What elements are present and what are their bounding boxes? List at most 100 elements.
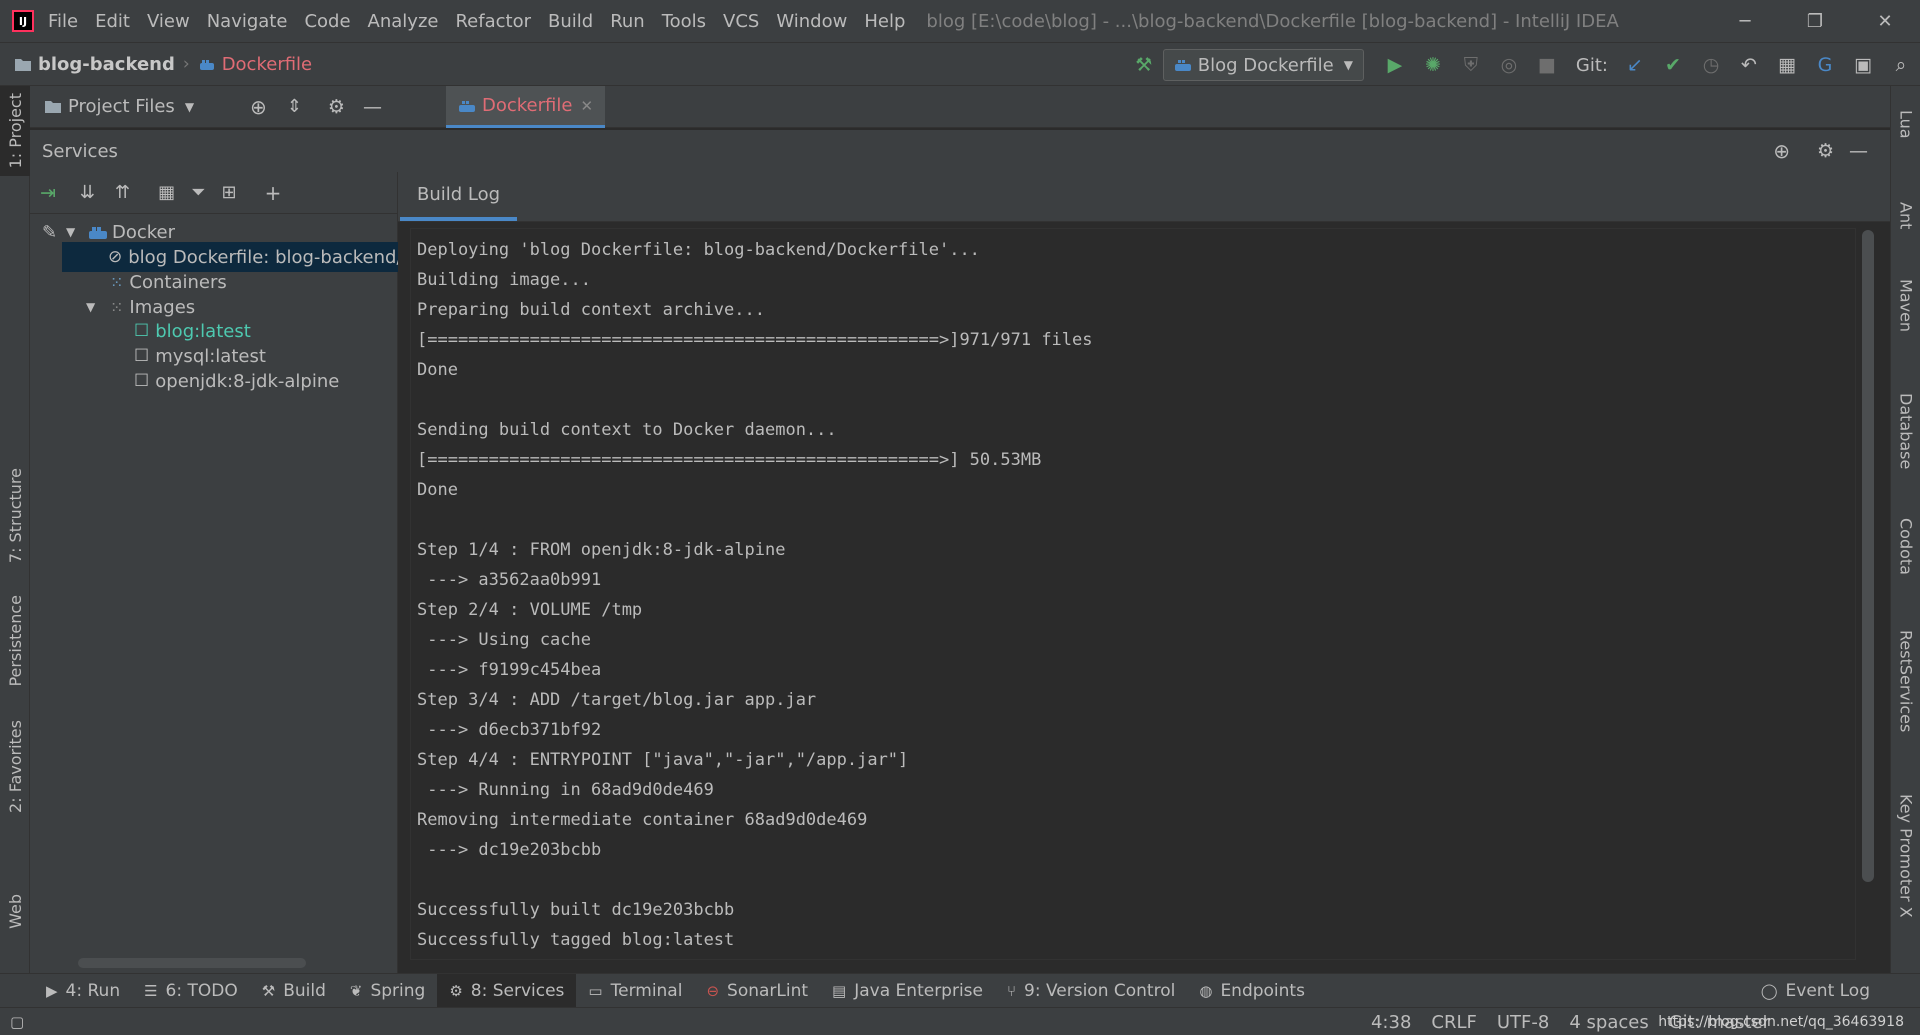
project-structure-icon[interactable]: ▦ <box>1768 46 1806 84</box>
tab-build-log[interactable]: Build Log <box>400 172 518 221</box>
translate-icon[interactable]: G <box>1806 46 1844 84</box>
menu-code[interactable]: Code <box>304 11 350 32</box>
tool-endpoints[interactable]: ◍ Endpoints <box>1187 974 1317 1008</box>
tool-services[interactable]: ⚙ 8: Services <box>437 973 577 1008</box>
tool-sonarlint[interactable]: ⊖ SonarLint <box>694 974 820 1008</box>
menu-window[interactable]: Window <box>776 11 847 32</box>
menu-run[interactable]: Run <box>610 11 645 32</box>
tool-tab-maven[interactable]: Maven <box>1891 261 1920 351</box>
log-line: [=======================================… <box>417 450 1042 470</box>
run-icon[interactable]: ▶ <box>1376 46 1414 84</box>
image-icon: ☐ <box>134 321 150 341</box>
build-hammer-icon[interactable]: ⚒ <box>1125 46 1163 84</box>
close-window-button[interactable]: ✕ <box>1850 0 1920 42</box>
log-line: Step 2/4 : VOLUME /tmp <box>417 600 643 620</box>
presentation-icon[interactable]: ▣ <box>1844 46 1882 84</box>
expand-all-icon[interactable]: ⇊ <box>80 182 95 203</box>
line-separator[interactable]: CRLF <box>1431 1012 1476 1033</box>
tool-terminal[interactable]: ▭ Terminal <box>576 974 694 1008</box>
intellij-logo-icon: IJ <box>12 10 34 32</box>
menu-edit[interactable]: Edit <box>95 11 130 32</box>
breadcrumb-file[interactable]: Dockerfile <box>198 54 312 75</box>
settings-gear-icon[interactable]: ⚙ <box>1817 140 1834 162</box>
tool-tab-key-promoter[interactable]: Key Promoter X <box>1891 776 1920 936</box>
coverage-icon[interactable]: ⛨ <box>1452 46 1490 84</box>
indent-setting[interactable]: 4 spaces <box>1569 1012 1648 1033</box>
locate-icon[interactable]: ⊕ <box>1773 139 1790 163</box>
expand-arrow-icon[interactable]: ▼ <box>66 225 82 239</box>
project-header: Project Files ▼ ⊕ ⇕ ⚙ — Dockerfile ✕ <box>30 86 1890 128</box>
tool-tab-restservices[interactable]: RestServices <box>1891 616 1920 746</box>
tool-tab-lua[interactable]: Lua <box>1891 94 1920 154</box>
tree-item-image[interactable]: ☐ openjdk:8-jdk-alpine <box>134 366 339 396</box>
tool-tab-database[interactable]: Database <box>1891 376 1920 486</box>
breadcrumb-project[interactable]: blog-backend <box>14 54 175 75</box>
profile-icon[interactable]: ◎ <box>1490 46 1528 84</box>
log-line: Removing intermediate container 68ad9d0d… <box>417 810 868 830</box>
tool-build[interactable]: ⚒ Build <box>250 974 338 1008</box>
search-icon[interactable]: ⌕ <box>1882 46 1920 84</box>
collapse-all-icon[interactable]: ⇕ <box>287 96 302 117</box>
hide-panel-icon[interactable]: — <box>1849 140 1868 162</box>
filter-icon[interactable]: ⏷ <box>191 182 205 203</box>
tool-run[interactable]: ▶ 4: Run <box>34 974 132 1008</box>
log-line: Building image... <box>417 270 591 290</box>
menu-view[interactable]: View <box>147 11 190 32</box>
menu-analyze[interactable]: Analyze <box>368 11 439 32</box>
tool-java-enterprise[interactable]: ▤ Java Enterprise <box>820 974 995 1008</box>
debug-icon[interactable]: ✺ <box>1414 46 1452 84</box>
log-line: Done <box>417 360 458 380</box>
menu-help[interactable]: Help <box>864 11 905 32</box>
rerun-icon[interactable]: ⇥ <box>40 182 56 204</box>
tool-version-control[interactable]: ⑂ 9: Version Control <box>995 974 1187 1008</box>
menu-navigate[interactable]: Navigate <box>207 11 288 32</box>
log-line: Step 4/4 : ENTRYPOINT ["java","-jar","/a… <box>417 750 909 770</box>
cursor-position[interactable]: 4:38 <box>1371 1012 1411 1033</box>
chevron-down-icon[interactable]: ▼ <box>185 100 194 114</box>
locate-icon[interactable]: ⊕ <box>250 95 267 119</box>
build-log-console[interactable]: Deploying 'blog Dockerfile: blog-backend… <box>410 228 1856 960</box>
tool-tab-project[interactable]: 1: Project <box>0 86 30 176</box>
edit-icon[interactable]: ✎ <box>42 222 57 243</box>
folder-icon <box>45 101 61 113</box>
file-encoding[interactable]: UTF-8 <box>1497 1012 1549 1033</box>
git-rollback-icon[interactable]: ↶ <box>1730 46 1768 84</box>
docker-icon <box>1174 60 1191 71</box>
git-commit-icon[interactable]: ✔ <box>1654 46 1692 84</box>
stop-icon[interactable]: ■ <box>1528 46 1566 84</box>
hide-panel-icon[interactable]: — <box>363 96 382 118</box>
editor-tab-label: Dockerfile <box>482 95 573 116</box>
tool-tab-codota[interactable]: Codota <box>1891 501 1920 591</box>
menu-file[interactable]: File <box>48 11 78 32</box>
tool-tab-web[interactable]: Web <box>0 876 30 946</box>
tool-tab-structure[interactable]: 7: Structure <box>0 456 30 576</box>
tool-tab-ant[interactable]: Ant <box>1891 186 1920 246</box>
tool-todo[interactable]: ☰ 6: TODO <box>132 974 250 1008</box>
vertical-scrollbar[interactable] <box>1862 230 1874 882</box>
settings-gear-icon[interactable]: ⚙ <box>328 96 345 118</box>
run-config-selector[interactable]: Blog Dockerfile ▼ <box>1162 49 1364 81</box>
expand-arrow-icon[interactable]: ▼ <box>86 300 102 314</box>
minimize-button[interactable]: ─ <box>1710 0 1780 42</box>
tool-tab-persistence[interactable]: Persistence <box>0 586 30 696</box>
tool-tab-favorites[interactable]: 2: Favorites <box>0 706 30 826</box>
project-view-selector[interactable]: Project Files <box>68 96 175 117</box>
add-icon[interactable]: + <box>265 181 282 205</box>
editor-tab-dockerfile[interactable]: Dockerfile ✕ <box>446 86 606 128</box>
group-icon[interactable]: ▦ <box>158 182 175 203</box>
toggle-tool-windows-icon[interactable]: ▢ <box>10 1013 24 1031</box>
menu-tools[interactable]: Tools <box>662 11 706 32</box>
tree-item-label: mysql:latest <box>155 345 266 367</box>
tool-event-log[interactable]: ◯ Event Log <box>1749 974 1882 1008</box>
horizontal-scrollbar[interactable] <box>78 958 306 968</box>
restore-button[interactable]: ❐ <box>1780 0 1850 42</box>
git-update-icon[interactable]: ↙ <box>1616 46 1654 84</box>
new-tab-icon[interactable]: ⊞ <box>222 182 237 203</box>
menu-build[interactable]: Build <box>548 11 593 32</box>
menu-refactor[interactable]: Refactor <box>455 11 531 32</box>
close-tab-icon[interactable]: ✕ <box>580 97 593 115</box>
menu-vcs[interactable]: VCS <box>723 11 759 32</box>
git-history-icon[interactable]: ◷ <box>1692 46 1730 84</box>
collapse-all-icon[interactable]: ⇈ <box>115 182 130 203</box>
tool-spring[interactable]: ❦ Spring <box>338 974 437 1008</box>
